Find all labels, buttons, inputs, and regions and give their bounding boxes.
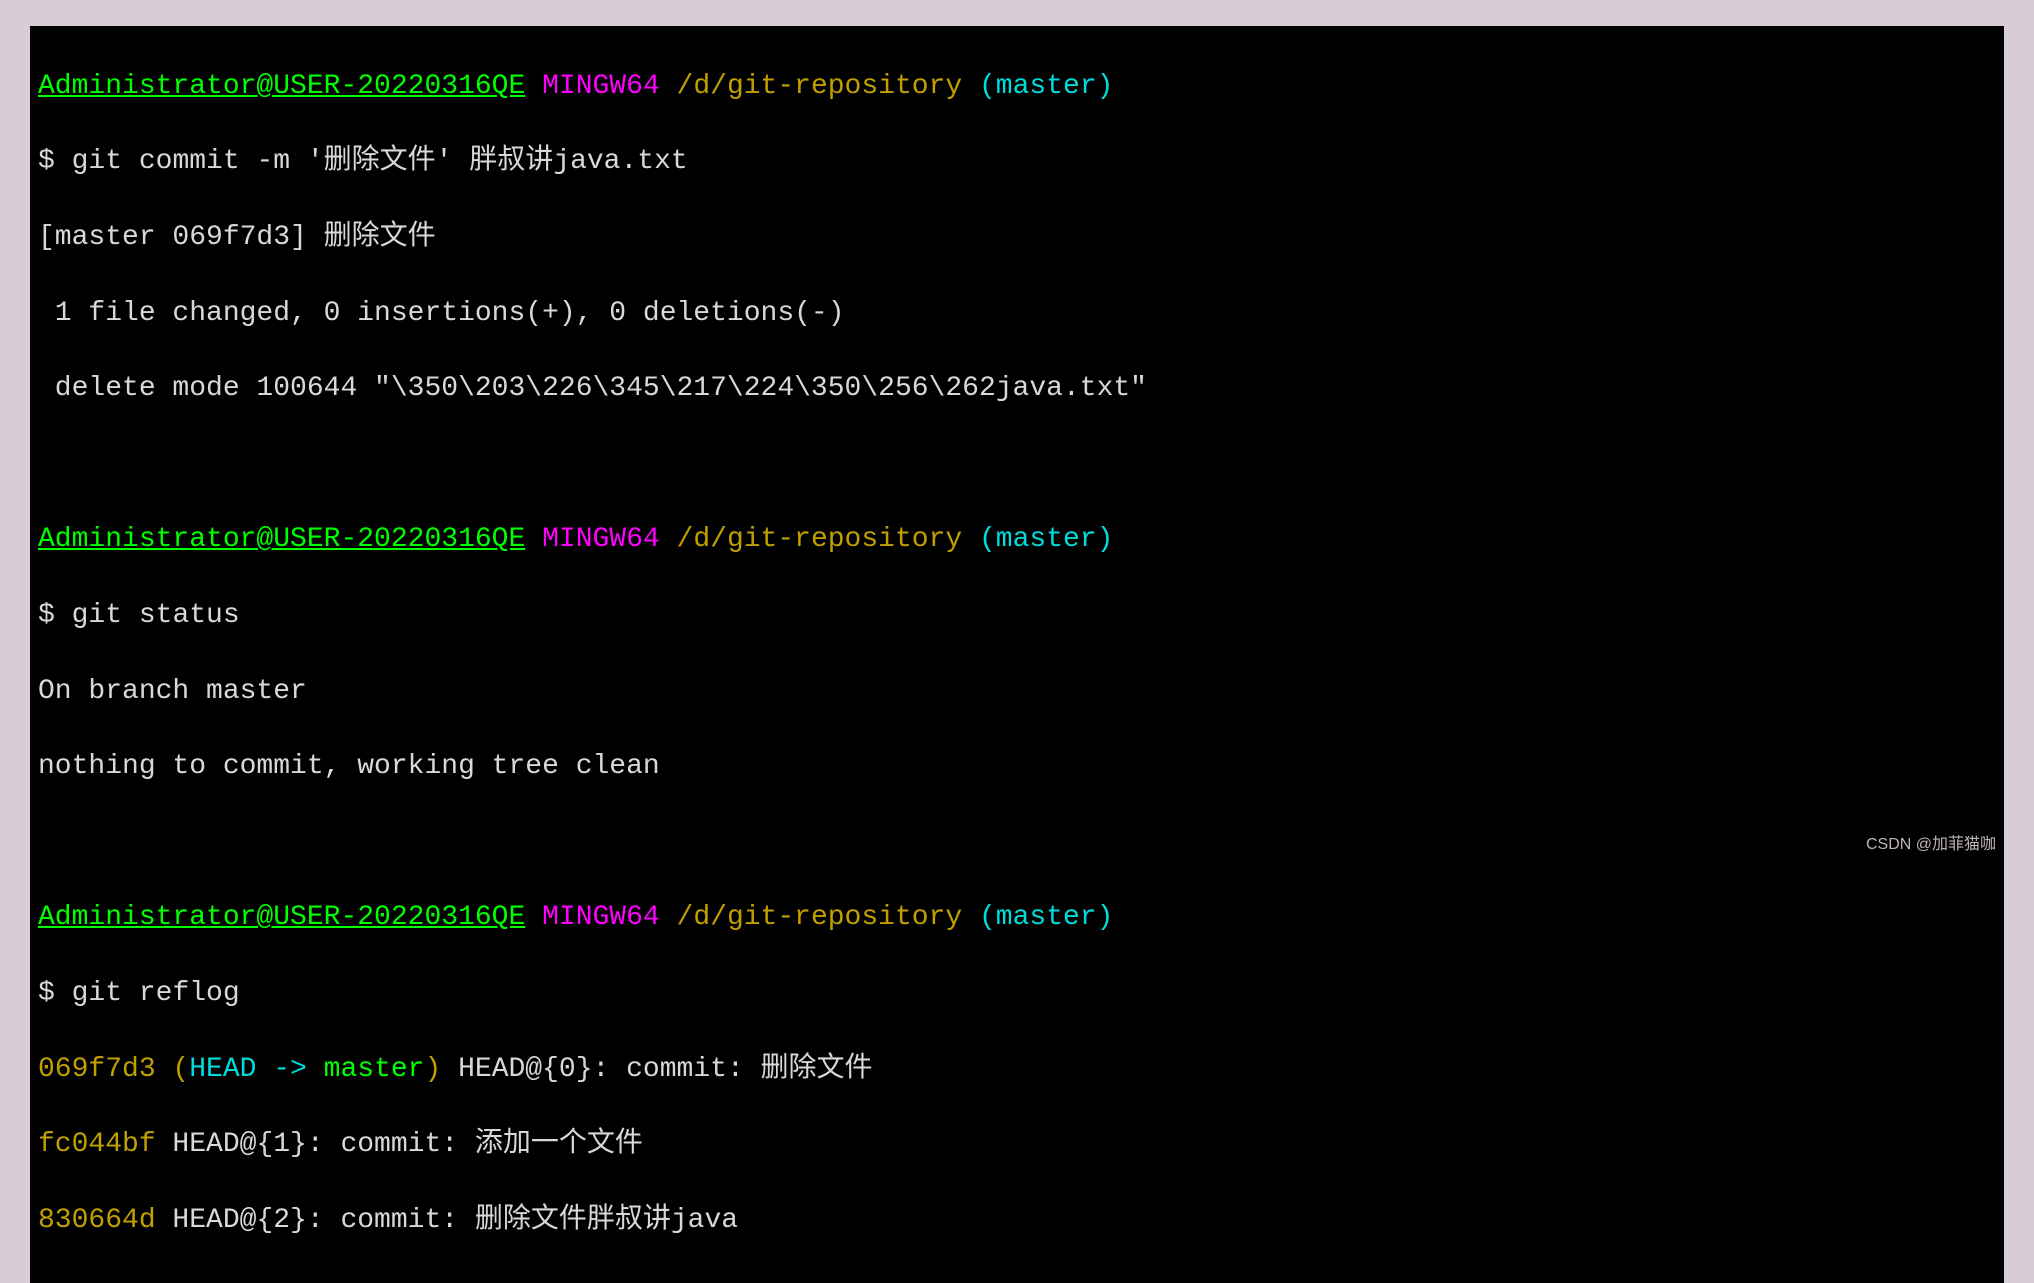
command-line-1: $ git commit -m '删除文件' 胖叔讲java.txt — [38, 143, 1996, 181]
head-label: HEAD -> — [189, 1054, 323, 1085]
prompt-dollar: $ — [38, 146, 55, 177]
paren-open: ( — [156, 1054, 190, 1085]
command-3: git reflog — [72, 978, 240, 1009]
blank-line — [38, 824, 1996, 862]
master-ref: master — [324, 1054, 425, 1085]
commit-hash: fc044bf — [38, 1129, 156, 1160]
reflog-rest: HEAD@{0}: commit: 删除文件 — [441, 1054, 872, 1085]
reflog-rest: HEAD@{2}: commit: 删除文件胖叔讲java — [156, 1205, 738, 1236]
prompt-user: Administrator@USER-20220316QE — [38, 902, 525, 933]
command-2: git status — [72, 600, 240, 631]
prompt-branch: (master) — [979, 902, 1113, 933]
prompt-line-3: Administrator@USER-20220316QE MINGW64 /d… — [38, 899, 1996, 937]
output-line: delete mode 100644 "\350\203\226\345\217… — [38, 370, 1996, 408]
watermark-text: CSDN @加菲猫咖 — [1866, 834, 1996, 856]
output-line: nothing to commit, working tree clean — [38, 748, 1996, 786]
reflog-line-1: fc044bf HEAD@{1}: commit: 添加一个文件 — [38, 1126, 1996, 1164]
prompt-user: Administrator@USER-20220316QE — [38, 524, 525, 555]
reflog-line-2: 830664d HEAD@{2}: commit: 删除文件胖叔讲java — [38, 1202, 1996, 1240]
prompt-path: /d/git-repository — [677, 524, 963, 555]
reflog-rest: HEAD@{1}: commit: 添加一个文件 — [156, 1129, 643, 1160]
prompt-branch: (master) — [979, 71, 1113, 102]
prompt-env: MINGW64 — [542, 902, 660, 933]
prompt-path: /d/git-repository — [677, 902, 963, 933]
prompt-env: MINGW64 — [542, 524, 660, 555]
prompt-line-2: Administrator@USER-20220316QE MINGW64 /d… — [38, 521, 1996, 559]
prompt-path: /d/git-repository — [677, 71, 963, 102]
commit-hash: 069f7d3 — [38, 1054, 156, 1085]
command-1: git commit -m '删除文件' 胖叔讲java.txt — [72, 146, 688, 177]
prompt-branch: (master) — [979, 524, 1113, 555]
prompt-env: MINGW64 — [542, 71, 660, 102]
reflog-line-0: 069f7d3 (HEAD -> master) HEAD@{0}: commi… — [38, 1051, 1996, 1089]
output-line: [master 069f7d3] 删除文件 — [38, 219, 1996, 257]
prompt-dollar: $ — [38, 978, 55, 1009]
output-line: 1 file changed, 0 insertions(+), 0 delet… — [38, 295, 1996, 333]
paren-close: ) — [424, 1054, 441, 1085]
command-line-3: $ git reflog — [38, 975, 1996, 1013]
command-line-2: $ git status — [38, 597, 1996, 635]
prompt-user: Administrator@USER-20220316QE — [38, 71, 525, 102]
blank-line — [38, 446, 1996, 484]
prompt-dollar: $ — [38, 600, 55, 631]
output-line: On branch master — [38, 673, 1996, 711]
terminal-output[interactable]: Administrator@USER-20220316QE MINGW64 /d… — [30, 26, 2004, 1283]
prompt-line-1: Administrator@USER-20220316QE MINGW64 /d… — [38, 68, 1996, 106]
commit-hash: 830664d — [38, 1205, 156, 1236]
